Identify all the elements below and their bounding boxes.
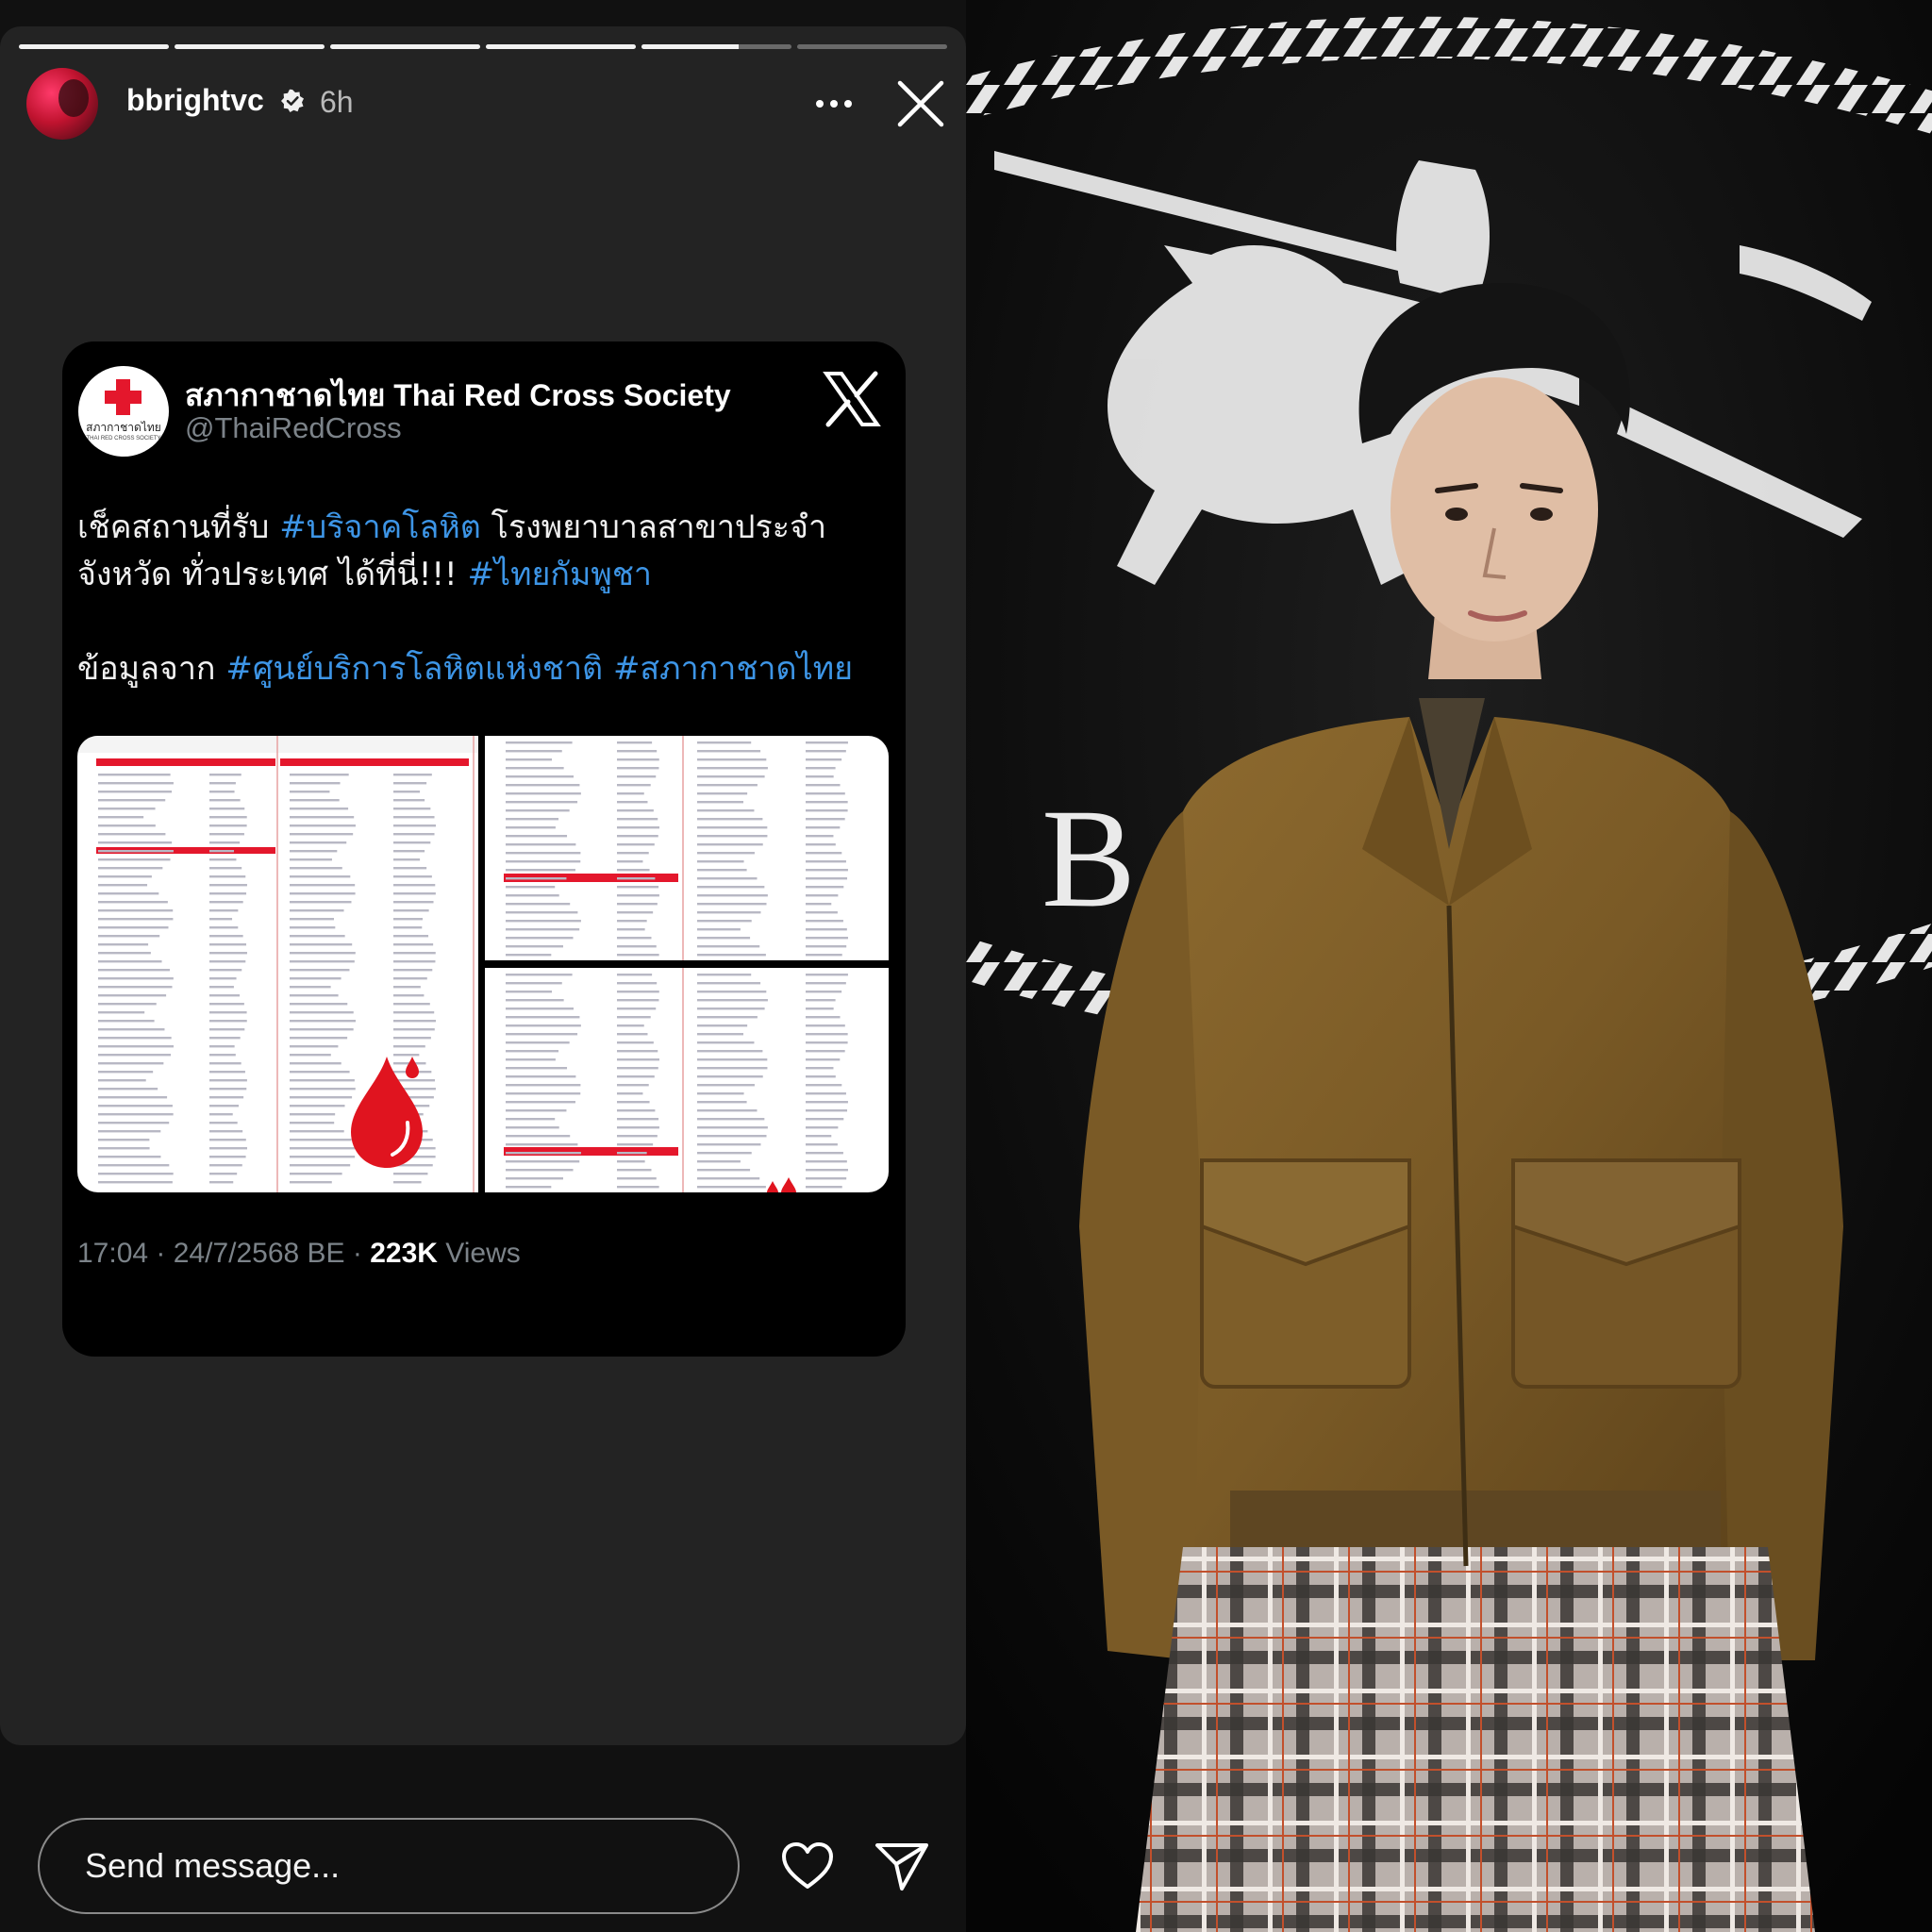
hashtag-link[interactable]: #ไทยกัมพูชา xyxy=(467,556,652,593)
hospital-table-graphic xyxy=(77,736,478,1192)
hashtag-link[interactable]: #ศูนย์บริการโลหิตแห่งชาติ xyxy=(225,650,603,688)
heart-icon[interactable] xyxy=(779,1840,836,1892)
hospital-list-image[interactable] xyxy=(485,736,889,960)
tweet-card[interactable]: สภากาชาดไทย THAI RED CROSS SOCIETY สภากา… xyxy=(62,341,906,1357)
verified-badge-icon xyxy=(281,89,304,112)
story-progress-segment xyxy=(175,44,325,49)
more-horizontal-icon[interactable] xyxy=(806,83,862,125)
send-icon[interactable] xyxy=(874,1840,930,1892)
avatar[interactable] xyxy=(26,68,98,140)
hospital-list-image[interactable] xyxy=(77,736,478,1192)
brand-letter: B xyxy=(1041,780,1136,937)
close-icon[interactable] xyxy=(894,77,947,130)
story-progress-segment xyxy=(330,44,480,49)
x-logo-icon xyxy=(823,371,881,427)
story-viewer: bbrightvc 6h สภากาชาดไทย THAI RED CROSS … xyxy=(0,0,966,1932)
post-time: 6h xyxy=(320,85,354,119)
story-progress-segment xyxy=(641,44,791,49)
hospital-table-graphic xyxy=(504,736,848,960)
tweet-text: เช็คสถานที่รับ #บริจาคโลหิต โรงพยาบาลสาข… xyxy=(77,508,854,688)
username[interactable]: bbrightvc xyxy=(126,83,264,118)
story-header: bbrightvc 6h xyxy=(26,68,951,140)
story-progress-segment xyxy=(19,44,169,49)
portrait-photo: B xyxy=(966,0,1932,1932)
story-progress-segment xyxy=(486,44,636,49)
hospital-list-image[interactable] xyxy=(485,968,889,1192)
tweet-author-handle: @ThaiRedCross xyxy=(185,411,402,444)
story-photo: B xyxy=(966,0,1932,1932)
hashtag-link[interactable]: #สภากาชาดไทย xyxy=(613,650,853,688)
hospital-table-graphic xyxy=(504,968,848,1192)
story-progress-segment xyxy=(797,44,947,49)
thai-red-cross-logo: สภากาชาดไทย THAI RED CROSS SOCIETY xyxy=(78,366,169,457)
hashtag-link[interactable]: #บริจาคโลหิต xyxy=(279,508,481,546)
send-message-input[interactable] xyxy=(38,1818,740,1914)
tweet-meta: 17:04 · 24/7/2568 BE · 223K Views xyxy=(77,1238,521,1269)
tweet-image-grid[interactable] xyxy=(77,736,889,1192)
story-progress-bar xyxy=(19,44,947,49)
